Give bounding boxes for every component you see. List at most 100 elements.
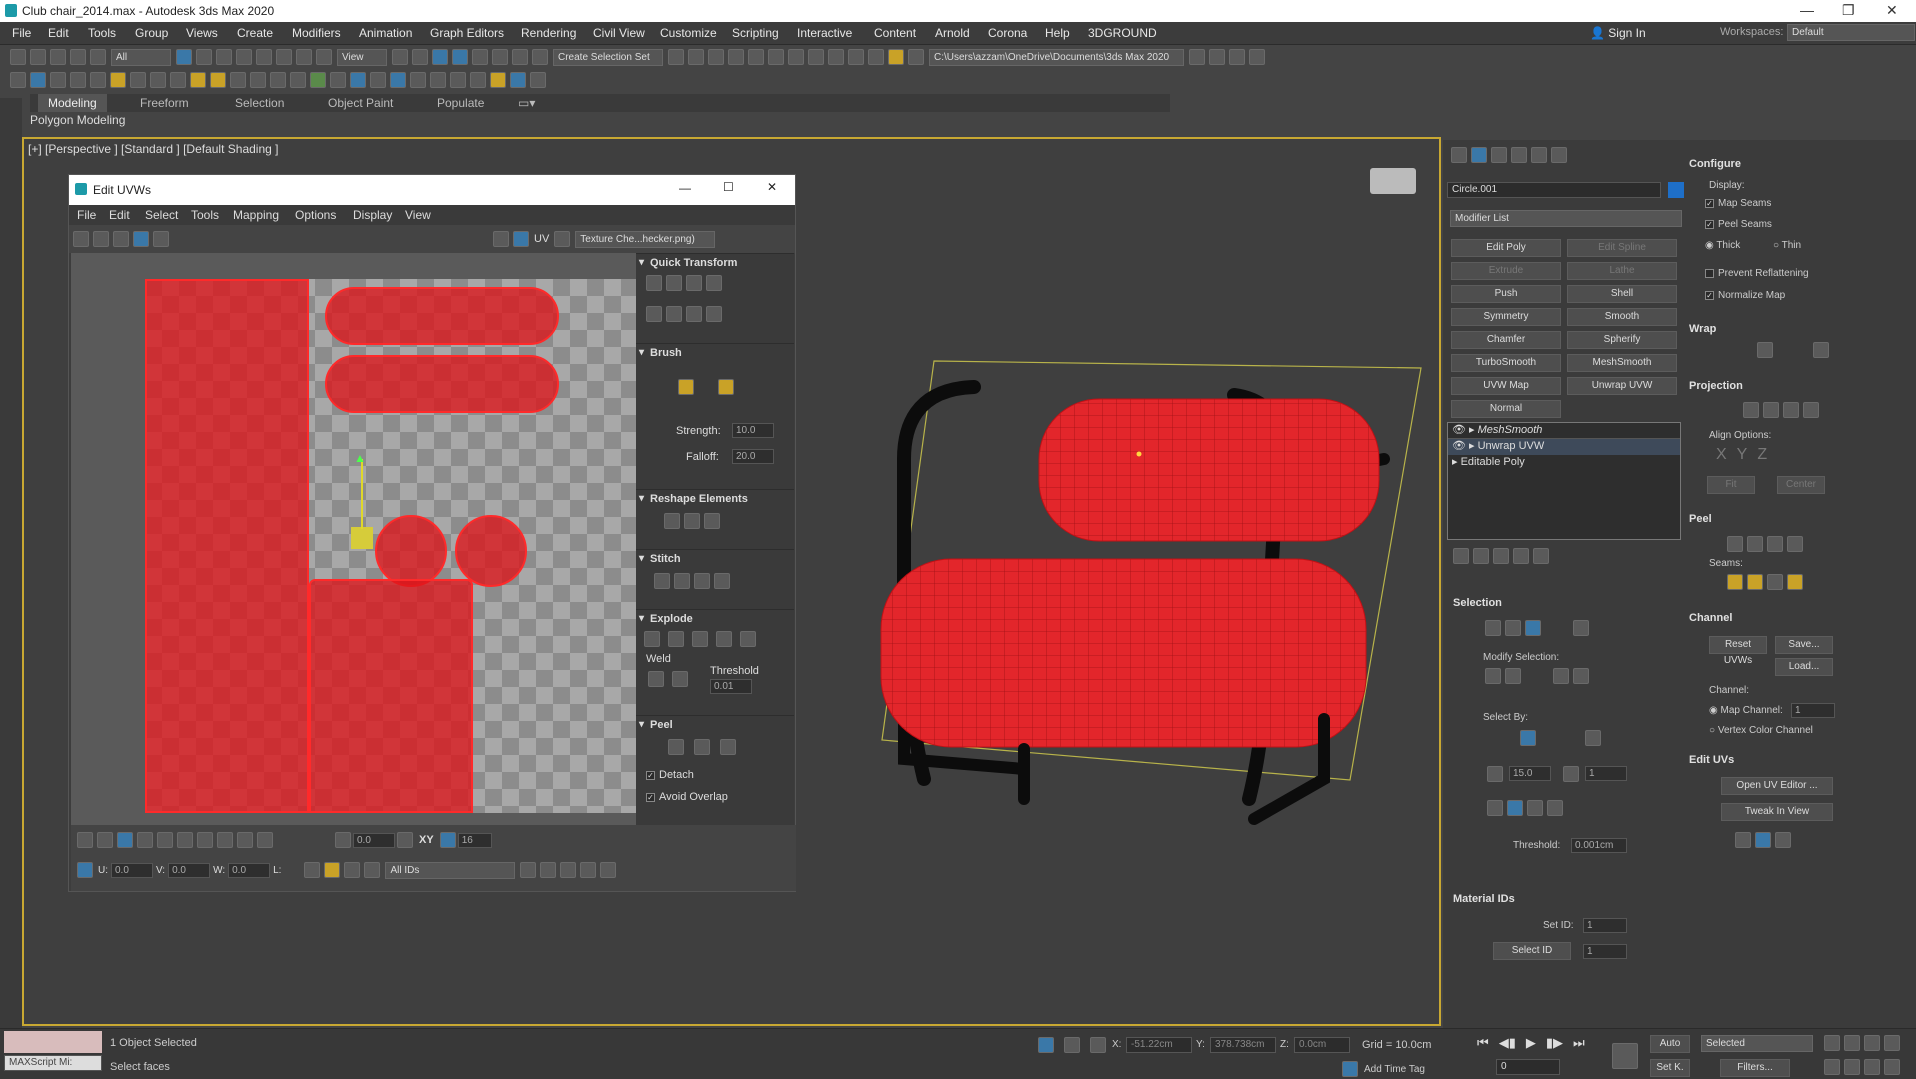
toggle-layer-explorer-icon[interactable] bbox=[728, 49, 744, 65]
align-edge-icon[interactable] bbox=[666, 306, 682, 322]
edit-named-sel-icon[interactable] bbox=[532, 49, 548, 65]
refresh-icon[interactable] bbox=[470, 72, 486, 88]
stack-item-editable-poly[interactable]: ▸ Editable Poly bbox=[1448, 455, 1680, 471]
edge-mode-icon[interactable] bbox=[97, 832, 113, 848]
reset-uvws-button[interactable]: Reset UVWs bbox=[1709, 636, 1767, 666]
thin-radio[interactable]: ○ Thin bbox=[1773, 240, 1801, 251]
backrest-cushion[interactable] bbox=[1038, 398, 1380, 542]
quick-peel-icon[interactable] bbox=[668, 739, 684, 755]
push-button[interactable]: Push bbox=[1451, 285, 1561, 303]
stack-item-meshsmooth[interactable]: 👁 ▸ MeshSmooth bbox=[1448, 423, 1680, 439]
paint-move-icon[interactable] bbox=[678, 379, 694, 395]
warning-icon[interactable] bbox=[324, 862, 341, 878]
curve-editor-icon[interactable] bbox=[768, 49, 784, 65]
angle-snap-icon[interactable] bbox=[472, 49, 488, 65]
lathe-button[interactable]: Lathe bbox=[1567, 262, 1677, 280]
paint-sel-icon[interactable] bbox=[237, 832, 253, 848]
railclone-icon[interactable] bbox=[410, 72, 426, 88]
uv-shell-cap-left[interactable] bbox=[375, 515, 447, 587]
grid-snap-icon[interactable] bbox=[439, 832, 456, 848]
sel-threshold-field[interactable]: 0.001cm bbox=[1571, 838, 1627, 853]
uv-menu-display[interactable]: Display bbox=[353, 208, 392, 222]
uv-menu-view[interactable]: View bbox=[405, 208, 431, 222]
unwrap-uvw-button[interactable]: Unwrap UVW bbox=[1567, 377, 1677, 395]
explode-d-icon[interactable] bbox=[716, 631, 732, 647]
element-select-icon[interactable] bbox=[1573, 620, 1589, 636]
menu-group[interactable]: Group bbox=[135, 26, 168, 40]
menu-customize[interactable]: Customize bbox=[660, 26, 717, 40]
tools-icon[interactable] bbox=[1249, 49, 1265, 65]
save-uvw-button[interactable]: Save... bbox=[1775, 636, 1833, 654]
mirror-z-icon[interactable] bbox=[1547, 800, 1563, 816]
menu-help[interactable]: Help bbox=[1045, 26, 1070, 40]
tab-freeform[interactable]: Freeform bbox=[140, 96, 189, 110]
straighten-icon[interactable] bbox=[664, 513, 680, 529]
go-to-start-icon[interactable]: ⏮ bbox=[1477, 1035, 1489, 1051]
menu-interactive[interactable]: Interactive bbox=[797, 26, 852, 40]
section-explode[interactable]: Explode bbox=[636, 609, 794, 628]
uvw-map-button[interactable]: UVW Map bbox=[1451, 377, 1561, 395]
move-icon[interactable] bbox=[256, 49, 272, 65]
polygon-select-icon[interactable] bbox=[1525, 620, 1541, 636]
align-grid-icon[interactable] bbox=[430, 72, 446, 88]
uv-shell-roll-top[interactable] bbox=[325, 287, 559, 345]
select-id-button[interactable]: Select ID bbox=[1493, 942, 1571, 960]
modifier-list-dropdown[interactable]: Modifier List bbox=[1450, 210, 1682, 227]
extrude-button[interactable]: Extrude bbox=[1451, 262, 1561, 280]
nav-zoom-all-icon[interactable] bbox=[1844, 1035, 1860, 1051]
nav-extents-icon[interactable] bbox=[1864, 1035, 1880, 1051]
rect-selection-icon[interactable] bbox=[216, 49, 232, 65]
grid-size-field[interactable]: 16 bbox=[457, 832, 492, 848]
delete-modifier-icon[interactable] bbox=[1513, 548, 1529, 564]
uv-texture-dropdown[interactable]: Texture Che...hecker.png) bbox=[575, 230, 716, 248]
show-end-result-icon[interactable] bbox=[1473, 548, 1489, 564]
selection-filter-dropdown[interactable]: All bbox=[111, 48, 171, 66]
soft-sel-icon[interactable] bbox=[257, 832, 273, 848]
make-unique-icon[interactable] bbox=[1493, 548, 1509, 564]
hierarchy-tab-icon[interactable] bbox=[1491, 147, 1507, 163]
scatter-icon[interactable] bbox=[310, 72, 326, 88]
explode-e-icon[interactable] bbox=[740, 631, 756, 647]
set-key-icon[interactable] bbox=[1612, 1043, 1638, 1069]
peel-seams-checkbox[interactable]: ✓ Peel Seams bbox=[1705, 219, 1772, 230]
menu-rendering[interactable]: Rendering bbox=[521, 26, 576, 40]
create-tab-icon[interactable] bbox=[1451, 147, 1467, 163]
uv-menu-select[interactable]: Select bbox=[145, 208, 178, 222]
cylinder-primitive-icon[interactable] bbox=[130, 72, 146, 88]
reshape-cube-icon[interactable] bbox=[704, 513, 720, 529]
section-peel[interactable]: Peel bbox=[636, 715, 794, 734]
select-by-count-icon[interactable] bbox=[1563, 766, 1579, 782]
key-filter-dropdown[interactable]: Selected bbox=[1701, 1035, 1813, 1052]
menu-create[interactable]: Create bbox=[237, 26, 273, 40]
tab-selection[interactable]: Selection bbox=[235, 96, 284, 110]
close-button[interactable]: ✕ bbox=[1886, 2, 1898, 19]
tab-object-paint[interactable]: Object Paint bbox=[328, 96, 393, 110]
weld-selected-icon[interactable] bbox=[648, 671, 664, 687]
map-channel-radio[interactable]: ◉ Map Channel: bbox=[1709, 705, 1783, 716]
select-by-element-icon[interactable] bbox=[1520, 730, 1536, 746]
uv-move-icon[interactable] bbox=[73, 231, 89, 247]
ref-coord-dropdown[interactable]: View bbox=[337, 48, 387, 66]
percent-snap-icon[interactable] bbox=[492, 49, 508, 65]
menu-graph-editors[interactable]: Graph Editors bbox=[430, 26, 504, 40]
space-horizontal-icon[interactable] bbox=[686, 275, 702, 291]
link-icon[interactable] bbox=[50, 49, 66, 65]
xy-toggle[interactable]: XY bbox=[419, 834, 434, 846]
select-id-field[interactable]: 1 bbox=[1583, 944, 1627, 959]
mirror-sel-icon[interactable] bbox=[1487, 800, 1503, 816]
pan-icon[interactable] bbox=[520, 862, 537, 878]
fit-button[interactable]: Fit bbox=[1707, 476, 1755, 494]
modify-tab-icon[interactable] bbox=[1471, 147, 1487, 163]
rendered-frame-icon[interactable] bbox=[848, 49, 864, 65]
pivot-icon[interactable] bbox=[392, 49, 408, 65]
load-uvw-button[interactable]: Load... bbox=[1775, 658, 1833, 676]
render-setup-icon[interactable] bbox=[828, 49, 844, 65]
stitch-d-icon[interactable] bbox=[714, 573, 730, 589]
menu-animation[interactable]: Animation bbox=[359, 26, 412, 40]
scale-icon[interactable] bbox=[296, 49, 312, 65]
sun-icon[interactable] bbox=[210, 72, 226, 88]
viewcube-icon[interactable] bbox=[1370, 168, 1416, 194]
tweak-in-view-button[interactable]: Tweak In View bbox=[1721, 803, 1833, 821]
auto-key-button[interactable]: Auto bbox=[1650, 1035, 1690, 1053]
motion-tab-icon[interactable] bbox=[1511, 147, 1527, 163]
